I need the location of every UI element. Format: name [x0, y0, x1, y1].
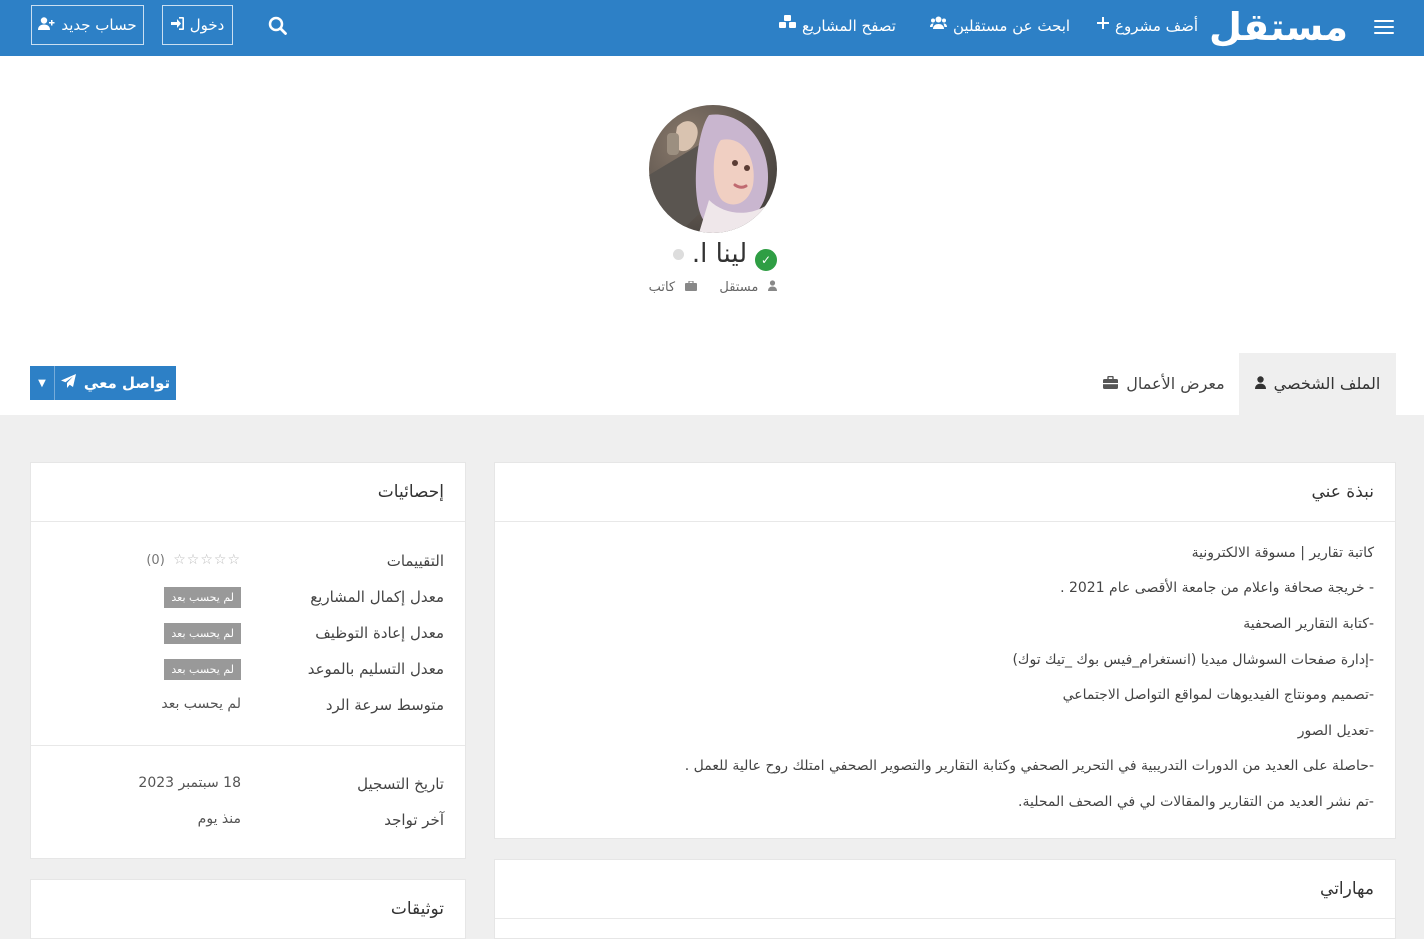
skills-title: مهاراتي — [495, 860, 1395, 919]
nav-browse-projects-label: تصفح المشاريع — [802, 17, 896, 35]
stat-ontime-value: لم يحسب بعد — [164, 659, 241, 680]
about-title: نبذة عني — [495, 463, 1395, 522]
stat-response-label: متوسط سرعة الرد — [325, 696, 444, 714]
users-icon — [930, 14, 947, 38]
stat-rehire-label: معدل إعادة التوظيف — [315, 624, 444, 642]
stat-completion-value: لم يحسب بعد — [164, 587, 241, 608]
paper-plane-icon — [60, 374, 76, 392]
nav-find-freelancers-label: ابحث عن مستقلين — [953, 17, 1071, 35]
signup-label: حساب جديد — [61, 16, 137, 34]
skills-card: مهاراتي — [494, 859, 1396, 939]
stat-last-seen-label: آخر تواجد — [384, 811, 444, 829]
stat-ratings-label: التقييمات — [386, 552, 444, 570]
site-logo[interactable]: مستقل — [1209, 4, 1348, 50]
stat-completion-label: معدل إكمال المشاريع — [310, 588, 444, 606]
contact-me-button[interactable]: تواصل معي ▼ — [30, 366, 176, 400]
contact-me-main[interactable]: تواصل معي — [55, 366, 176, 400]
menu-icon[interactable] — [1372, 16, 1396, 38]
about-line: -تصميم ومونتاج الفيديوهات لمواقع التواصل… — [1062, 687, 1374, 703]
briefcase-icon — [1103, 353, 1119, 415]
tab-portfolio[interactable]: معرض الأعمال — [1093, 353, 1235, 415]
briefcase-icon — [685, 280, 698, 291]
profile-role: مستقل — [709, 280, 778, 295]
status-dot-icon — [672, 249, 684, 260]
stat-registered-label: تاريخ التسجيل — [357, 775, 444, 793]
about-line: -تعديل الصور — [1297, 723, 1374, 739]
profile-meta: مستقل كاتب — [560, 278, 860, 298]
nav-add-project[interactable]: أضف مشروع — [1097, 14, 1198, 38]
rating-stars-icon: ☆☆☆☆☆ — [173, 552, 241, 568]
profile-name: لينا ا. — [691, 239, 748, 269]
stat-response-value: لم يحسب بعد — [161, 696, 241, 712]
about-line: - خريجة صحافة واعلام من جامعة الأقصى عام… — [1060, 580, 1374, 596]
about-line: -تم نشر العديد من التقارير والمقالات لي … — [1018, 794, 1374, 810]
stat-rehire-value: لم يحسب بعد — [164, 623, 241, 644]
verifications-title: توثيقات — [31, 880, 465, 939]
user-icon — [1254, 353, 1266, 415]
top-navbar: مستقل أضف مشروع ابحث عن مستقلين تصفح الم… — [0, 0, 1424, 56]
chevron-down-icon[interactable]: ▼ — [30, 366, 55, 400]
status-badge: لم يحسب بعد — [164, 587, 241, 608]
tab-profile[interactable]: الملف الشخصي — [1239, 353, 1396, 415]
status-badge: لم يحسب بعد — [164, 659, 241, 680]
profile-name-row: لينا ا. — [560, 234, 860, 274]
user-icon — [768, 280, 778, 291]
nav-find-freelancers[interactable]: ابحث عن مستقلين — [930, 14, 1070, 38]
search-icon[interactable] — [268, 16, 288, 36]
verifications-card: توثيقات — [30, 879, 466, 939]
about-card: نبذة عني كاتبة تقارير | مسوقة الالكتروني… — [494, 462, 1396, 839]
plus-icon — [1097, 14, 1109, 38]
tab-portfolio-label: معرض الأعمال — [1126, 374, 1225, 393]
avatar[interactable] — [649, 105, 777, 233]
user-plus-icon — [38, 5, 55, 45]
about-line: -إدارة صفحات السوشال ميديا (انستغرام_فيس… — [1012, 652, 1374, 668]
tab-profile-label: الملف الشخصي — [1273, 374, 1381, 393]
stat-last-seen-value: منذ يوم — [197, 811, 241, 827]
login-label: دخول — [189, 16, 225, 34]
stats-card: إحصائيات التقييمات ☆☆☆☆☆ (0) معدل إكمال … — [30, 462, 466, 859]
profile-header: ✓ لينا ا. مستقل كاتب الملف الشخصي معرض ا… — [0, 56, 1424, 415]
profile-specialty: كاتب — [643, 280, 698, 295]
contact-me-label: تواصل معي — [83, 374, 171, 392]
cubes-icon — [779, 14, 796, 38]
status-badge: لم يحسب بعد — [164, 623, 241, 644]
stats-title: إحصائيات — [31, 463, 465, 522]
stat-ratings-value: ☆☆☆☆☆ (0) — [146, 552, 241, 568]
profile-specialty-label: كاتب — [648, 280, 676, 295]
stat-registered-value: 18 سبتمبر 2023 — [138, 775, 241, 791]
stats-divider — [31, 745, 465, 746]
about-line: كاتبة تقارير | مسوقة الالكترونية — [1191, 545, 1374, 561]
about-line: -كتابة التقارير الصحفية — [1243, 616, 1374, 632]
profile-role-label: مستقل — [719, 280, 759, 295]
about-line: -حاصلة على العديد من الدورات التدريبية ف… — [684, 758, 1374, 774]
sign-in-icon — [170, 5, 184, 45]
stat-ontime-label: معدل التسليم بالموعد — [307, 660, 444, 678]
ratings-count: (0) — [146, 553, 165, 568]
login-button[interactable]: دخول — [162, 5, 233, 45]
nav-browse-projects[interactable]: تصفح المشاريع — [779, 14, 896, 38]
signup-button[interactable]: حساب جديد — [31, 5, 144, 45]
nav-add-project-label: أضف مشروع — [1115, 17, 1199, 35]
